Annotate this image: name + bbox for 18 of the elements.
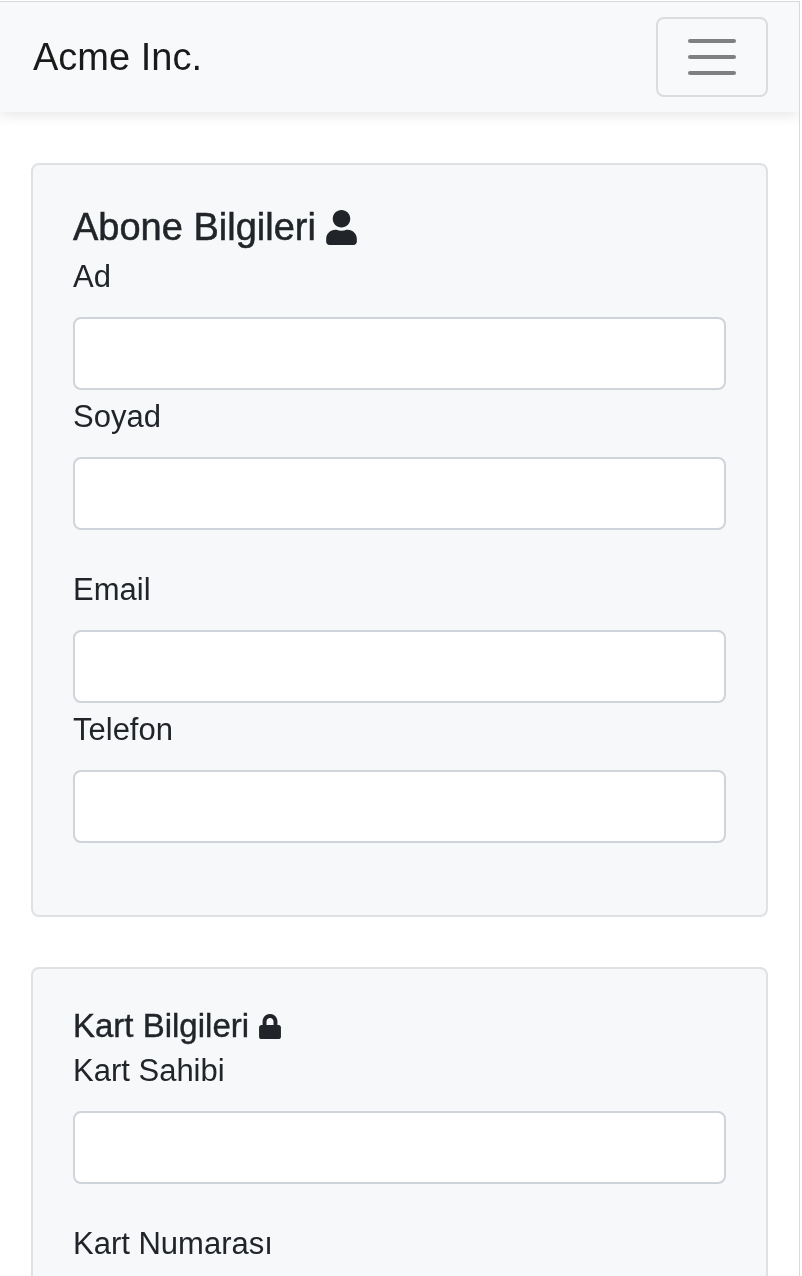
field-label: Ad [73, 258, 111, 295]
field-label: Soyad [73, 398, 161, 435]
section-title: Abone Bilgileri [73, 205, 316, 250]
input-field[interactable] [73, 770, 726, 843]
menu-button[interactable] [656, 17, 768, 97]
input-field[interactable] [73, 457, 726, 530]
field-label: Kart Sahibi [73, 1052, 225, 1089]
lock-icon [259, 1013, 282, 1039]
input-field[interactable] [73, 630, 726, 703]
user-icon [325, 209, 357, 245]
field-label: Telefon [73, 711, 173, 748]
input-field[interactable] [73, 1111, 726, 1184]
input-field[interactable] [73, 317, 726, 390]
brand-link[interactable]: Acme Inc. [33, 34, 202, 80]
menu-icon [688, 39, 736, 75]
field-label: Kart Numarası [73, 1225, 273, 1262]
section-title: Kart Bilgileri [73, 1008, 250, 1044]
field-label: Email [73, 571, 151, 608]
